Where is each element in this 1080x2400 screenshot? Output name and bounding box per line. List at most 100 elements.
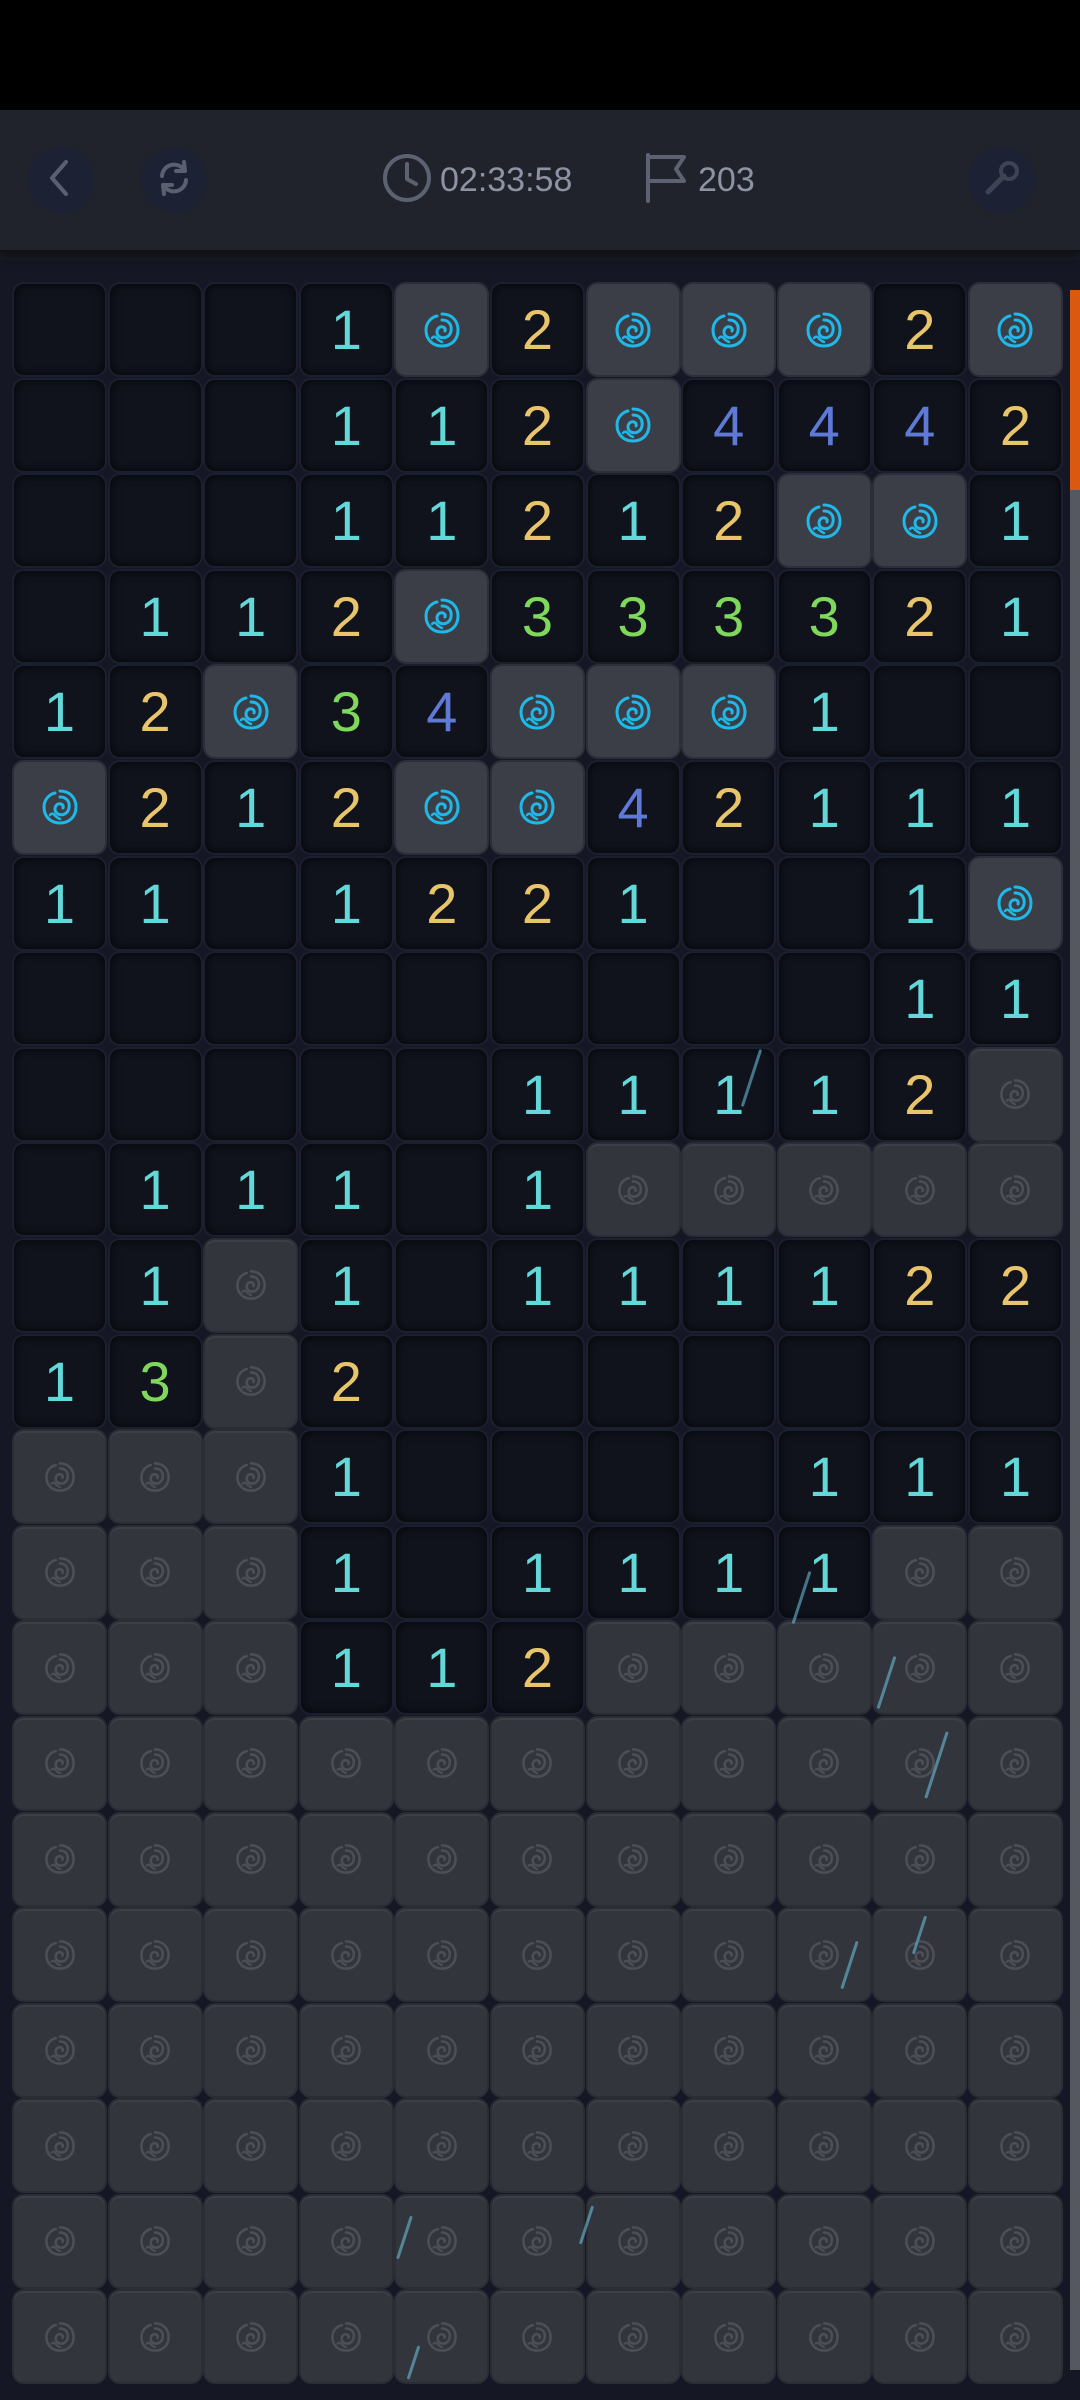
covered-cell[interactable] <box>396 1717 488 1809</box>
number-cell[interactable]: 1 <box>205 1144 297 1236</box>
empty-cell[interactable] <box>14 1048 105 1140</box>
number-cell[interactable]: 1 <box>683 1048 775 1140</box>
number-cell[interactable]: 2 <box>300 761 392 853</box>
covered-cell[interactable] <box>205 1239 297 1331</box>
covered-cell[interactable] <box>778 1909 870 2001</box>
number-cell[interactable]: 2 <box>683 475 775 567</box>
empty-cell[interactable] <box>491 953 583 1045</box>
number-cell[interactable]: 1 <box>969 570 1061 662</box>
empty-cell[interactable] <box>14 570 105 662</box>
covered-cell[interactable] <box>300 2291 392 2383</box>
covered-cell[interactable] <box>874 2195 966 2287</box>
empty-cell[interactable] <box>396 953 488 1045</box>
empty-cell[interactable] <box>205 857 297 949</box>
covered-cell[interactable] <box>205 2291 297 2383</box>
number-cell[interactable]: 3 <box>778 570 870 662</box>
covered-cell[interactable] <box>491 2004 583 2096</box>
covered-cell[interactable] <box>969 1909 1061 2001</box>
flagged-mine-cell[interactable] <box>683 666 775 758</box>
number-cell[interactable]: 1 <box>491 1239 583 1331</box>
covered-cell[interactable] <box>683 2291 775 2383</box>
flagged-mine-cell[interactable] <box>491 666 583 758</box>
empty-cell[interactable] <box>396 1526 488 1618</box>
number-cell[interactable]: 2 <box>300 570 392 662</box>
covered-cell[interactable] <box>874 2100 966 2192</box>
flagged-mine-cell[interactable] <box>778 284 870 375</box>
covered-cell[interactable] <box>205 1335 297 1427</box>
covered-cell[interactable] <box>874 1622 966 1714</box>
covered-cell[interactable] <box>969 2291 1061 2383</box>
flagged-mine-cell[interactable] <box>205 666 297 758</box>
number-cell[interactable]: 2 <box>874 284 966 375</box>
covered-cell[interactable] <box>300 1717 392 1809</box>
number-cell[interactable]: 1 <box>109 1239 201 1331</box>
covered-cell[interactable] <box>205 2195 297 2287</box>
empty-cell[interactable] <box>14 1144 105 1236</box>
covered-cell[interactable] <box>205 1909 297 2001</box>
covered-cell[interactable] <box>14 2195 105 2287</box>
number-cell[interactable]: 3 <box>683 570 775 662</box>
number-cell[interactable]: 1 <box>14 857 105 949</box>
flagged-mine-cell[interactable] <box>587 666 679 758</box>
covered-cell[interactable] <box>14 2004 105 2096</box>
covered-cell[interactable] <box>491 2291 583 2383</box>
covered-cell[interactable] <box>587 2195 679 2287</box>
number-cell[interactable]: 3 <box>587 570 679 662</box>
number-cell[interactable]: 4 <box>396 666 488 758</box>
number-cell[interactable]: 1 <box>300 1526 392 1618</box>
number-cell[interactable]: 2 <box>491 1622 583 1714</box>
covered-cell[interactable] <box>683 1717 775 1809</box>
number-cell[interactable]: 1 <box>491 1048 583 1140</box>
number-cell[interactable]: 2 <box>491 475 583 567</box>
covered-cell[interactable] <box>969 2195 1061 2287</box>
number-cell[interactable]: 2 <box>109 761 201 853</box>
covered-cell[interactable] <box>969 1813 1061 1905</box>
number-cell[interactable]: 2 <box>396 857 488 949</box>
covered-cell[interactable] <box>683 1144 775 1236</box>
covered-cell[interactable] <box>969 1717 1061 1809</box>
covered-cell[interactable] <box>109 1717 201 1809</box>
covered-cell[interactable] <box>14 1813 105 1905</box>
number-cell[interactable]: 1 <box>969 953 1061 1045</box>
empty-cell[interactable] <box>491 1431 583 1523</box>
number-cell[interactable]: 2 <box>109 666 201 758</box>
covered-cell[interactable] <box>205 1622 297 1714</box>
covered-cell[interactable] <box>874 2291 966 2383</box>
covered-cell[interactable] <box>491 1813 583 1905</box>
covered-cell[interactable] <box>683 2004 775 2096</box>
covered-cell[interactable] <box>300 2004 392 2096</box>
covered-cell[interactable] <box>491 1717 583 1809</box>
covered-cell[interactable] <box>683 1909 775 2001</box>
empty-cell[interactable] <box>778 1335 870 1427</box>
number-cell[interactable]: 1 <box>683 1239 775 1331</box>
number-cell[interactable]: 1 <box>300 1144 392 1236</box>
covered-cell[interactable] <box>587 1717 679 1809</box>
back-button[interactable] <box>28 147 94 213</box>
number-cell[interactable]: 1 <box>778 761 870 853</box>
number-cell[interactable]: 1 <box>300 284 392 375</box>
empty-cell[interactable] <box>109 284 201 375</box>
covered-cell[interactable] <box>396 2100 488 2192</box>
covered-cell[interactable] <box>969 1622 1061 1714</box>
covered-cell[interactable] <box>14 1526 105 1618</box>
empty-cell[interactable] <box>396 1144 488 1236</box>
covered-cell[interactable] <box>109 1813 201 1905</box>
empty-cell[interactable] <box>14 284 105 375</box>
scrollbar-thumb[interactable] <box>1070 290 1080 490</box>
number-cell[interactable]: 1 <box>300 1431 392 1523</box>
covered-cell[interactable] <box>109 2004 201 2096</box>
empty-cell[interactable] <box>587 1335 679 1427</box>
empty-cell[interactable] <box>396 1335 488 1427</box>
number-cell[interactable]: 1 <box>874 857 966 949</box>
covered-cell[interactable] <box>778 2291 870 2383</box>
number-cell[interactable]: 1 <box>396 475 488 567</box>
covered-cell[interactable] <box>300 2195 392 2287</box>
empty-cell[interactable] <box>587 1431 679 1523</box>
number-cell[interactable]: 2 <box>683 761 775 853</box>
empty-cell[interactable] <box>205 953 297 1045</box>
number-cell[interactable]: 2 <box>874 570 966 662</box>
empty-cell[interactable] <box>14 1239 105 1331</box>
covered-cell[interactable] <box>778 2195 870 2287</box>
empty-cell[interactable] <box>300 953 392 1045</box>
empty-cell[interactable] <box>396 1048 488 1140</box>
